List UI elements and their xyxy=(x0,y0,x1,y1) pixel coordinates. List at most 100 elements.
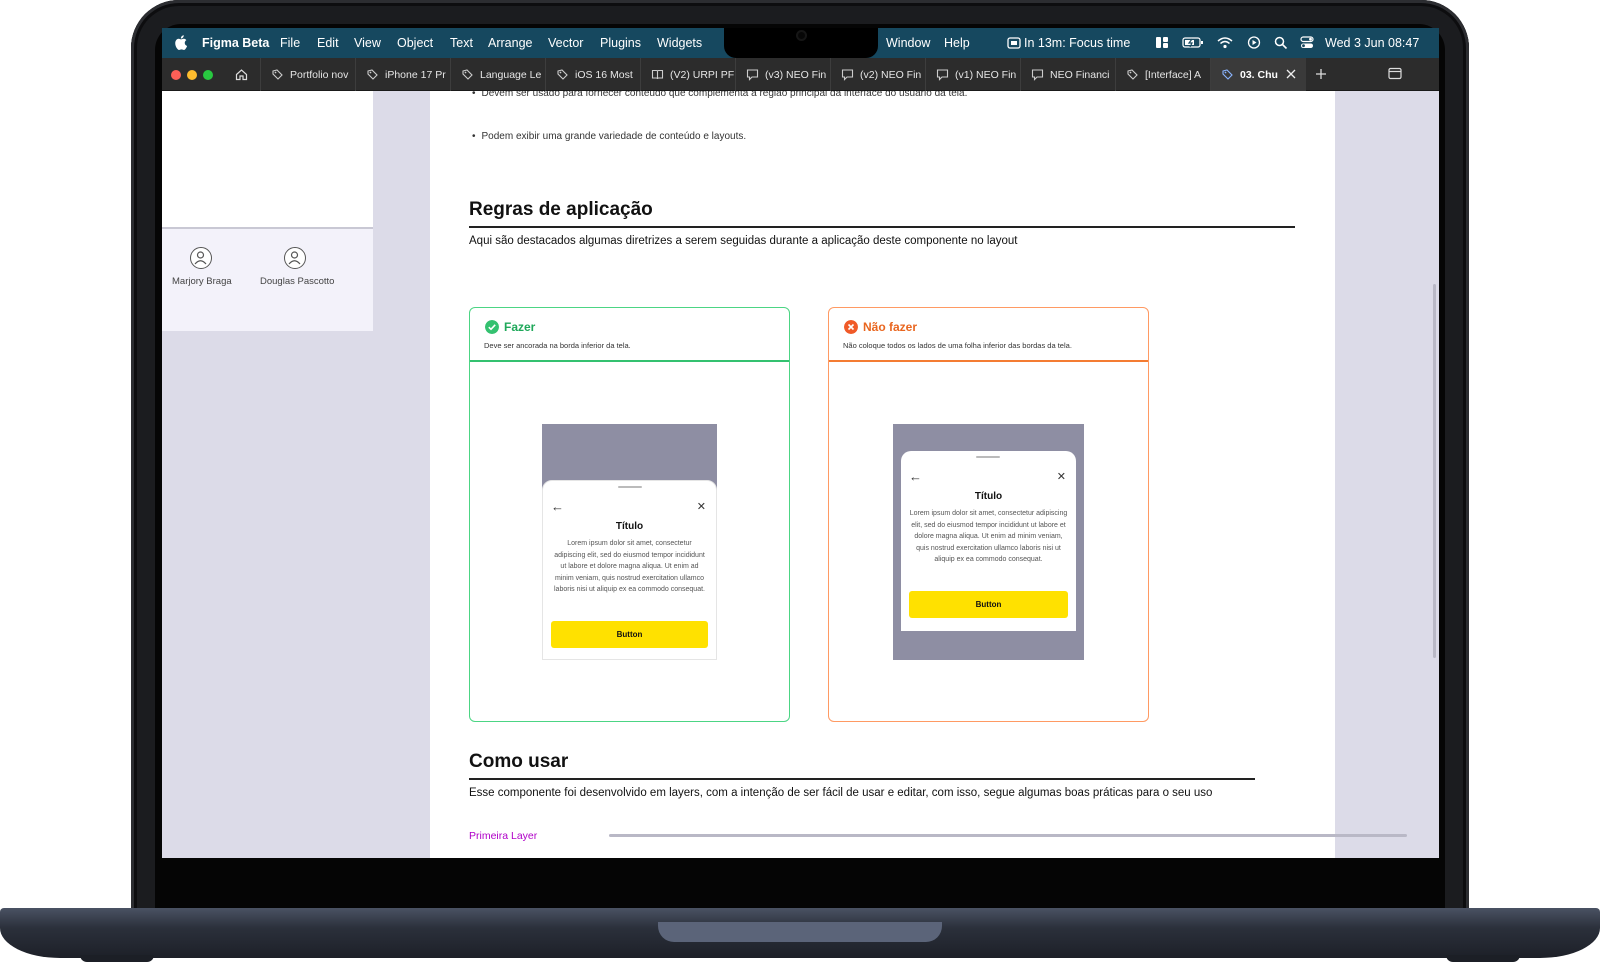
menu-object[interactable]: Object xyxy=(397,36,433,50)
do-card-subtitle: Deve ser ancorada na borda inferior da t… xyxy=(484,341,631,350)
tab-interface[interactable]: [Interface] A xyxy=(1115,58,1210,91)
figma-file-icon xyxy=(557,69,568,80)
battery-icon[interactable] xyxy=(1182,36,1204,49)
window-close-button[interactable] xyxy=(171,70,181,80)
dont-card[interactable]: Não fazer Não coloque todos os lados de … xyxy=(828,307,1149,722)
phone-mockup-incorrect: ← ✕ Título Lorem ipsum dolor sit amet, c… xyxy=(893,424,1084,660)
dont-card-title: Não fazer xyxy=(863,320,918,334)
wifi-icon[interactable] xyxy=(1217,36,1233,49)
document-frame[interactable]: Devem ser usado para fornecer conteúdo q… xyxy=(430,91,1335,858)
check-circle-icon xyxy=(485,320,499,334)
tab-ios-16[interactable]: iOS 16 Most xyxy=(545,58,640,91)
camera-icon xyxy=(796,30,807,41)
tab-overview-icon[interactable] xyxy=(1388,67,1402,80)
close-icon: ✕ xyxy=(1056,471,1066,483)
section-divider xyxy=(469,778,1255,780)
clock-text[interactable]: Wed 3 Jun 08:47 xyxy=(1325,36,1419,50)
bullet-item: Devem ser usado para fornecer conteúdo q… xyxy=(472,91,968,99)
tab-language[interactable]: Language Le xyxy=(450,58,545,91)
window-minimize-button[interactable] xyxy=(187,70,197,80)
tab-iphone-17[interactable]: iPhone 17 Pr xyxy=(355,58,450,91)
menu-file[interactable]: File xyxy=(280,36,300,50)
spotlight-search-icon[interactable] xyxy=(1274,36,1288,49)
drag-handle xyxy=(976,456,1000,458)
now-playing-icon[interactable] xyxy=(1247,36,1261,49)
tab-urpi[interactable]: (V2) URPI PF xyxy=(640,58,735,91)
error-circle-icon xyxy=(844,320,858,334)
dont-card-header: Não fazer Não coloque todos os lados de … xyxy=(829,308,1148,362)
focus-status-text[interactable]: In 13m: Focus time xyxy=(1024,36,1130,50)
tab-label: 03. Chu xyxy=(1240,68,1278,81)
menu-view[interactable]: View xyxy=(354,36,381,50)
tab-neo-financial[interactable]: NEO Financi xyxy=(1020,58,1115,91)
home-icon[interactable] xyxy=(235,68,248,81)
control-center-icon[interactable] xyxy=(1300,36,1314,49)
tab-active-chu[interactable]: 03. Chu xyxy=(1210,58,1306,91)
floating-sheet: ← ✕ Título Lorem ipsum dolor sit amet, c… xyxy=(901,451,1076,631)
menu-text[interactable]: Text xyxy=(450,36,473,50)
prototype-icon xyxy=(1031,69,1044,81)
new-tab-icon[interactable] xyxy=(1315,68,1327,80)
tab-neo-v3[interactable]: (v3) NEO Fin xyxy=(735,58,830,91)
figjam-file-icon xyxy=(651,69,664,80)
vertical-scrollbar[interactable] xyxy=(1433,284,1436,658)
tab-label: [Interface] A xyxy=(1145,68,1202,81)
calendar-icon[interactable] xyxy=(1007,36,1021,49)
prototype-icon xyxy=(841,69,854,81)
menu-widgets[interactable]: Widgets xyxy=(657,36,702,50)
back-arrow-icon: ← xyxy=(909,469,922,484)
close-icon: ✕ xyxy=(696,501,706,513)
screen: Figma Beta File Edit View Object Text Ar… xyxy=(162,28,1439,858)
user-avatar-marjory[interactable] xyxy=(190,247,212,269)
close-tab-icon[interactable] xyxy=(1286,69,1296,79)
section-title-regras: Regras de aplicação xyxy=(469,199,653,220)
menu-edit[interactable]: Edit xyxy=(317,36,339,50)
dont-card-subtitle: Não coloque todos os lados de uma folha … xyxy=(843,341,1072,350)
section-divider xyxy=(469,226,1295,228)
section-title-como-usar: Como usar xyxy=(469,751,569,772)
window-zoom-button[interactable] xyxy=(203,70,213,80)
do-card-title: Fazer xyxy=(504,320,536,334)
laptop-foot xyxy=(1446,955,1520,962)
figma-file-icon xyxy=(272,69,283,80)
phone-mockup-correct: ← ✕ Título Lorem ipsum dolor sit amet, c… xyxy=(542,424,717,660)
layer-link[interactable]: Primeira Layer xyxy=(469,830,537,842)
menu-vector[interactable]: Vector xyxy=(548,36,583,50)
menu-plugins[interactable]: Plugins xyxy=(600,36,641,50)
sheet-button: Button xyxy=(909,591,1068,618)
tab-label: Language Le xyxy=(480,68,542,81)
stage-manager-icon[interactable] xyxy=(1155,36,1169,49)
user-icon xyxy=(288,251,301,265)
section-description-regras: Aqui são destacados algumas diretrizes a… xyxy=(469,235,1018,247)
do-card[interactable]: Fazer Deve ser ancorada na borda inferio… xyxy=(469,307,790,722)
laptop-foot xyxy=(80,955,154,962)
tab-label: NEO Financi xyxy=(1050,68,1110,81)
sheet-body: Lorem ipsum dolor sit amet, consectetur … xyxy=(909,510,1068,564)
tab-neo-v2[interactable]: (v2) NEO Fin xyxy=(830,58,925,91)
horizontal-scrollbar[interactable] xyxy=(609,834,1407,837)
user-name-marjory: Marjory Braga xyxy=(172,276,232,287)
menu-bar: Figma Beta File Edit View Object Text Ar… xyxy=(162,28,1439,58)
left-panel: Marjory Braga Douglas Pascotto xyxy=(162,91,373,331)
menu-window[interactable]: Window xyxy=(886,36,930,50)
tab-portfolio[interactable]: Portfolio nov xyxy=(260,58,355,91)
tab-label: (V2) URPI PF xyxy=(670,68,735,81)
menu-help[interactable]: Help xyxy=(944,36,970,50)
user-avatar-douglas[interactable] xyxy=(284,247,306,269)
sheet-button: Button xyxy=(551,621,708,648)
left-panel-canvas xyxy=(162,91,373,229)
apple-logo-icon[interactable] xyxy=(174,35,187,50)
tab-label: Portfolio nov xyxy=(290,68,349,81)
prototype-icon xyxy=(936,69,949,81)
figma-file-icon xyxy=(1127,69,1138,80)
tab-label: (v1) NEO Fin xyxy=(955,68,1017,81)
prototype-icon xyxy=(746,69,759,81)
tab-neo-v1[interactable]: (v1) NEO Fin xyxy=(925,58,1020,91)
bottom-sheet: ← ✕ Título Lorem ipsum dolor sit amet, c… xyxy=(542,480,717,660)
canvas-right-area xyxy=(1335,91,1439,858)
drag-handle xyxy=(618,486,642,488)
figma-file-icon xyxy=(367,69,378,80)
menu-arrange[interactable]: Arrange xyxy=(488,36,532,50)
app-name-menu[interactable]: Figma Beta xyxy=(202,36,269,50)
user-name-douglas: Douglas Pascotto xyxy=(260,276,335,287)
